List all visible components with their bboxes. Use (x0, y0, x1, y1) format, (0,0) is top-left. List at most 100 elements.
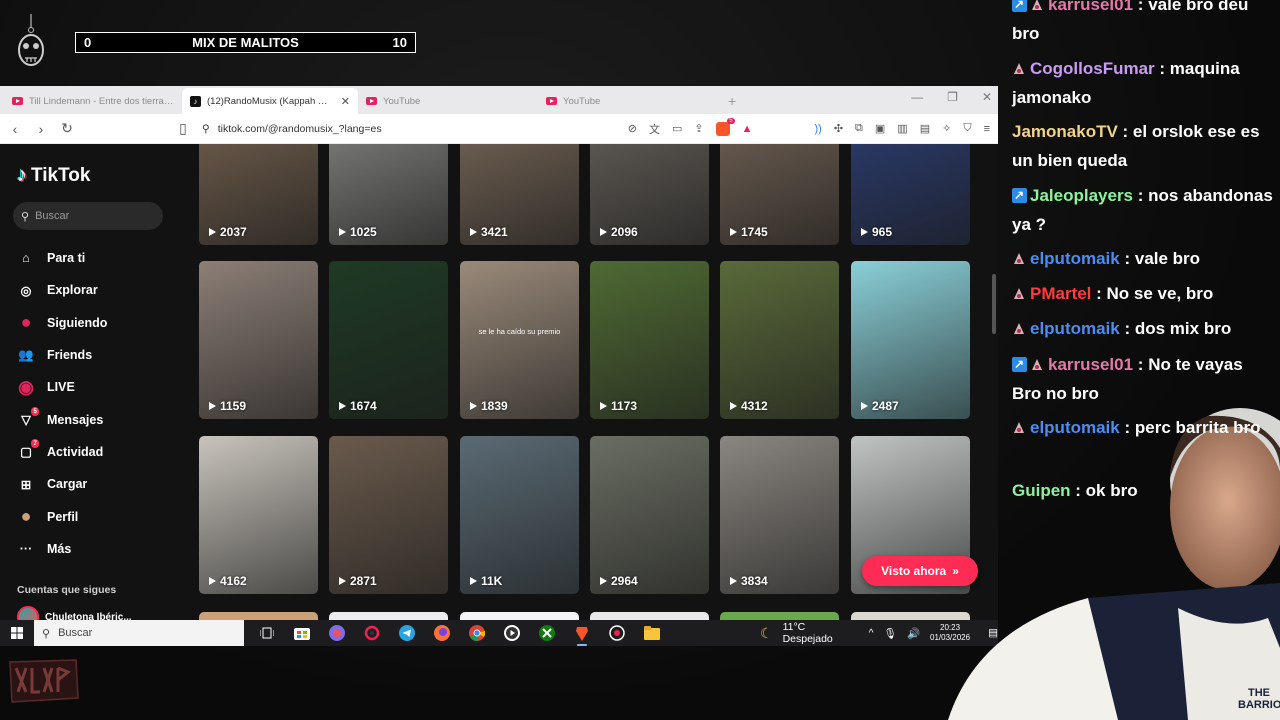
menu-icon[interactable]: ≡ (984, 123, 990, 135)
xbox-icon[interactable] (536, 622, 558, 644)
tt-nav-item-siguiendo[interactable]: ● Siguiendo (17, 307, 177, 339)
minimize-icon[interactable]: — (911, 90, 923, 104)
tt-nav-item-m-s[interactable]: ··· Más (17, 533, 177, 565)
chat-username[interactable]: elputomaik (1030, 249, 1120, 268)
translate-icon[interactable]: 文 (649, 121, 660, 137)
video-card[interactable]: 2037 (199, 144, 318, 245)
tab-search-icon[interactable]: ⧉ (855, 122, 863, 135)
video-card[interactable]: 1159 (199, 261, 318, 419)
tab-youtube-1[interactable]: YouTube (358, 88, 538, 114)
video-card[interactable]: 2964 (590, 436, 709, 594)
chat-username[interactable]: Jaleoplayers (1030, 186, 1133, 205)
video-card[interactable]: 4312 (720, 261, 839, 419)
mute-icon[interactable]: ⊘ (628, 122, 637, 135)
tab-tiktok-randomusix[interactable]: ♪ (12)RandoMusix (Kappah collab ✕ (182, 88, 358, 114)
taskbar-search-input[interactable]: ⚲ Buscar (34, 620, 244, 646)
sidebar-icon[interactable]: ▥ (897, 122, 907, 135)
share-icon[interactable]: ⇪ (694, 122, 703, 135)
video-card[interactable]: 965 (851, 144, 970, 245)
brave-browser-icon[interactable] (571, 622, 593, 646)
screenshot-icon[interactable]: ▭ (672, 122, 682, 135)
weather-text[interactable]: 11°C Despejado (783, 621, 851, 645)
chat-username[interactable]: Guipen (1012, 481, 1071, 500)
chat-separator: : (1133, 355, 1149, 374)
tab-strip: Till Lindemann - Entre dos tierras (Of ♪… (0, 86, 998, 114)
video-card[interactable]: 2487 (851, 261, 970, 419)
video-card[interactable]: 1173 (590, 261, 709, 419)
tt-nav-item-cargar[interactable]: ⊞ Cargar (17, 468, 177, 500)
bookmark-icon[interactable]: ▯ (176, 120, 190, 137)
restore-icon[interactable]: ❐ (947, 90, 958, 104)
chat-username[interactable]: JamonakoTV (1012, 122, 1118, 141)
video-card[interactable]: se le ha caído su premio 1839 (460, 261, 579, 419)
tt-nav-item-mensajes[interactable]: ▽ 5 Mensajes (17, 403, 177, 435)
brave-shields-icon[interactable]: 5 (715, 117, 735, 136)
chat-username[interactable]: PMartel (1030, 284, 1091, 303)
view-count-value: 1159 (220, 399, 247, 413)
chat-username[interactable]: elputomaik (1030, 418, 1120, 437)
leo-ai-icon[interactable]: ✧ (942, 122, 951, 135)
friends-icon: 👥 (18, 347, 34, 362)
forward-icon[interactable]: › (34, 121, 48, 137)
tt-nav-item-para-ti[interactable]: ⌂ Para ti (17, 242, 177, 274)
chat-separator: : (1119, 319, 1135, 338)
reload-icon[interactable]: ↻ (60, 120, 74, 137)
video-card[interactable]: 1025 (329, 144, 448, 245)
search-icon: ⚲ (21, 210, 30, 223)
address-bar[interactable]: ⚲ tiktok.com/@randomusix_?lang=es (202, 118, 616, 140)
home-icon: ⌂ (22, 251, 30, 266)
video-card[interactable]: 2871 (329, 436, 448, 594)
obs-icon[interactable] (326, 622, 348, 644)
tiktok-search-input[interactable]: ⚲ Buscar (13, 202, 163, 230)
video-card[interactable]: 1674 (329, 261, 448, 419)
windows-start-icon[interactable] (0, 627, 34, 639)
chat-username[interactable]: elputomaik (1030, 319, 1120, 338)
task-view-icon[interactable] (256, 622, 278, 644)
play-icon (600, 228, 607, 236)
chat-username[interactable]: CogollosFumar (1030, 59, 1155, 78)
settings-app-icon[interactable] (361, 622, 383, 644)
video-card[interactable]: 3834 (720, 436, 839, 594)
file-explorer-icon[interactable] (641, 622, 663, 644)
tray-chevron-up-icon[interactable]: ^ (869, 627, 874, 639)
telegram-icon[interactable] (396, 622, 418, 644)
extensions-icon[interactable]: ✣ (834, 122, 843, 135)
close-tab-icon[interactable]: ✕ (341, 95, 350, 108)
video-card[interactable]: 11K (460, 436, 579, 594)
tt-nav-item-perfil[interactable]: ● Perfil (17, 500, 177, 532)
audio-icon[interactable]: )) (814, 123, 821, 135)
microsoft-store-icon[interactable] (291, 622, 313, 644)
speaker-icon[interactable]: 🔊 (907, 627, 920, 640)
chat-separator: : (1070, 481, 1086, 500)
new-tab-button[interactable]: + (718, 88, 746, 114)
video-card[interactable]: 2096 (590, 144, 709, 245)
tt-nav-item-actividad[interactable]: ▢ 7 Actividad (17, 436, 177, 468)
wallet-icon[interactable]: ▤ (920, 122, 930, 135)
chat-username[interactable]: karrusel01 (1048, 355, 1133, 374)
vpn-icon[interactable]: ⛉ (963, 122, 971, 135)
video-card[interactable]: 1745 (720, 144, 839, 245)
view-count-value: 2096 (611, 225, 638, 239)
brave-rewards-icon[interactable]: ▲ (742, 123, 753, 135)
tab-youtube-2[interactable]: YouTube (538, 88, 718, 114)
tiktok-logo[interactable]: ♪ TikTok (17, 164, 90, 187)
chat-username[interactable]: karrusel01 (1048, 0, 1133, 14)
back-icon[interactable]: ‹ (8, 121, 22, 137)
video-card[interactable]: 3421 (460, 144, 579, 245)
close-window-icon[interactable]: ✕ (982, 90, 992, 104)
page-scrollbar[interactable] (992, 274, 996, 334)
play-icon (730, 577, 737, 585)
microphone-icon[interactable]: 🎙 (884, 627, 897, 640)
tt-nav-item-explorar[interactable]: ◎ Explorar (17, 274, 177, 306)
media-player-icon[interactable] (501, 622, 523, 644)
media-icon[interactable]: ▣ (875, 122, 885, 135)
video-card[interactable]: 4162 (199, 436, 318, 594)
tt-nav-item-live[interactable]: ◉ LIVE (17, 371, 177, 403)
tt-nav-item-friends[interactable]: 👥 Friends (17, 339, 177, 371)
chrome-icon[interactable] (466, 622, 488, 644)
tab-youtube-till[interactable]: Till Lindemann - Entre dos tierras (Of (4, 88, 182, 114)
firefox-icon[interactable] (431, 622, 453, 644)
chat-message: elputomaik : dos mix bro (1012, 314, 1274, 343)
clock-app-icon[interactable] (606, 622, 628, 644)
site-settings-icon[interactable]: ⚲ (202, 123, 210, 135)
